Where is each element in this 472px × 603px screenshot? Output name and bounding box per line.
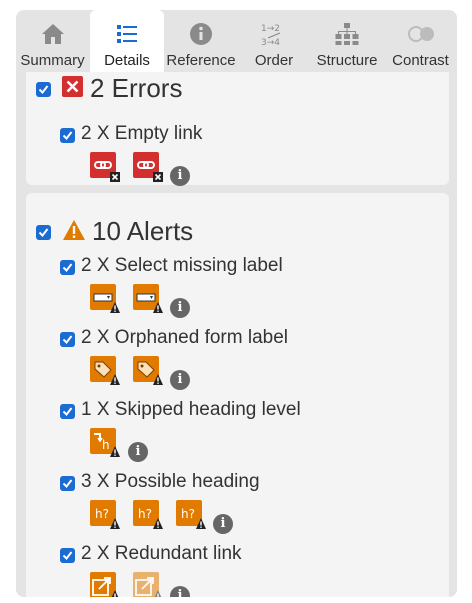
tab-order[interactable]: 1→2 3→4 Order [238, 10, 310, 72]
orphaned-label-icon[interactable] [90, 356, 120, 386]
structure-icon [335, 23, 359, 45]
info-icon [190, 23, 212, 45]
svg-text:1→2: 1→2 [261, 24, 280, 34]
alert-icon [63, 220, 85, 240]
possible-heading-checkbox[interactable] [60, 476, 75, 491]
redundant-link-info-icon[interactable]: i [170, 586, 190, 597]
order-icon: 1→2 3→4 [261, 24, 280, 48]
empty-link-icon[interactable] [90, 152, 120, 182]
possible-heading-info-icon[interactable]: i [213, 514, 233, 534]
skipped-heading-checkbox[interactable] [60, 404, 75, 419]
home-icon [41, 24, 64, 44]
skipped-heading-info-icon[interactable]: i [128, 442, 148, 462]
redundant-link-checkbox[interactable] [60, 548, 75, 563]
orphaned-label-icon[interactable] [133, 356, 163, 386]
svg-text:h?: h? [138, 507, 152, 521]
possible-heading-icon[interactable]: h? [176, 500, 206, 530]
tab-contrast-label: Contrast [392, 52, 449, 69]
list-icon [117, 25, 137, 43]
possible-heading-label: 3 X Possible heading [81, 471, 260, 492]
redundant-link-icon[interactable] [133, 572, 163, 597]
empty-link-checkbox[interactable] [60, 128, 75, 143]
tab-reference[interactable]: Reference [164, 10, 238, 72]
possible-heading-icon[interactable]: h? [90, 500, 120, 530]
select-missing-label-icon[interactable] [90, 284, 120, 314]
redundant-link-icon[interactable] [90, 572, 120, 597]
orphaned-label-checkbox[interactable] [60, 332, 75, 347]
errors-title: 2 Errors [90, 73, 183, 103]
redundant-link-label: 2 X Redundant link [81, 543, 242, 564]
alerts-card: 10 Alerts 2 X Select missing label i 2 X… [26, 193, 449, 597]
details-content[interactable]: 2 Errors 2 X Empty link i 10 Alerts 2 X … [16, 72, 457, 597]
contrast-icon [407, 26, 434, 42]
tab-structure-label: Structure [316, 52, 378, 69]
tab-structure[interactable]: Structure [310, 10, 384, 72]
select-missing-label-label: 2 X Select missing label [81, 255, 283, 276]
tab-reference-label: Reference [166, 52, 236, 69]
errors-checkbox[interactable] [36, 82, 51, 97]
svg-text:h: h [102, 438, 110, 452]
svg-text:h?: h? [95, 507, 109, 521]
orphaned-label-label: 2 X Orphaned form label [81, 327, 289, 348]
tab-summary[interactable]: Summary [16, 10, 89, 72]
possible-heading-icon[interactable]: h? [133, 500, 163, 530]
alerts-title: 10 Alerts [92, 216, 194, 246]
skipped-heading-label: 1 X Skipped heading level [81, 399, 301, 420]
error-icon [62, 76, 83, 97]
svg-text:h?: h? [181, 507, 195, 521]
empty-link-icon[interactable] [133, 152, 163, 182]
wave-sidebar-panel: Summary Details Reference 1→2 3→4 Order … [16, 10, 457, 597]
skipped-heading-icon[interactable]: h [90, 428, 120, 458]
tab-bar: Summary Details Reference 1→2 3→4 Order … [16, 10, 457, 72]
select-missing-label-icon[interactable] [133, 284, 163, 314]
tab-summary-label: Summary [20, 52, 85, 69]
empty-link-label: 2 X Empty link [81, 123, 203, 144]
empty-link-info-icon[interactable]: i [170, 166, 190, 186]
select-missing-label-checkbox[interactable] [60, 260, 75, 275]
orphaned-label-info-icon[interactable]: i [170, 370, 190, 390]
svg-text:3→4: 3→4 [261, 38, 280, 48]
tab-order-label: Order [254, 52, 294, 69]
select-missing-label-info-icon[interactable]: i [170, 298, 190, 318]
tab-contrast[interactable]: Contrast [384, 10, 457, 72]
alerts-checkbox[interactable] [36, 225, 51, 240]
tab-details-label: Details [104, 52, 150, 69]
tab-details[interactable]: Details [90, 10, 164, 72]
errors-card: 2 Errors 2 X Empty link i [26, 72, 449, 186]
